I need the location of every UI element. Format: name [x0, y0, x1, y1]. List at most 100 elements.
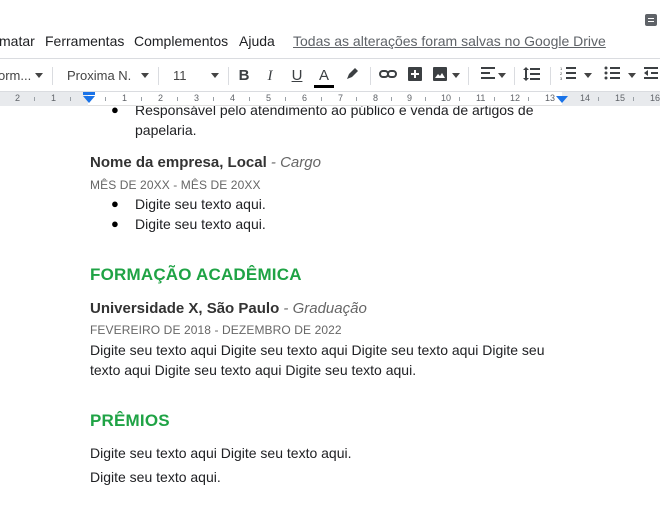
- ruler-number: 16: [650, 93, 660, 103]
- document-page[interactable]: ● Responsável pelo atendimento ao públic…: [0, 106, 660, 528]
- link-icon: [379, 70, 397, 78]
- chevron-down-icon[interactable]: [141, 73, 149, 78]
- ruler-number: 1: [122, 93, 128, 103]
- ruler-tick: [528, 97, 529, 101]
- text-color-letter: A: [318, 67, 329, 84]
- ruler-number: 12: [510, 93, 521, 103]
- numbered-list-icon: 123: [560, 66, 576, 81]
- comments-icon[interactable]: [645, 14, 657, 26]
- toolbar-divider: [158, 67, 159, 85]
- first-line-indent-handle[interactable]: [83, 92, 95, 95]
- font-size-select[interactable]: 11: [173, 66, 187, 86]
- font-family-select[interactable]: Proxima N...: [67, 66, 131, 86]
- image-icon: [433, 67, 447, 81]
- paragraph-style-select[interactable]: orm...: [0, 66, 34, 86]
- right-indent-handle[interactable]: [556, 96, 568, 103]
- ruler[interactable]: 2 1 1 2 3 4 5 6 7 8 9 10 11 12 13 14 15 …: [0, 92, 660, 106]
- ruler-number: 9: [407, 93, 413, 103]
- awards-line-2: Digite seu texto aqui.: [90, 469, 221, 485]
- ruler-tick: [249, 97, 250, 101]
- ruler-number: 5: [266, 93, 272, 103]
- underline-button[interactable]: U: [287, 66, 307, 86]
- left-indent-handle[interactable]: [83, 96, 95, 103]
- job-role: Cargo: [280, 154, 321, 171]
- ruler-tick: [141, 97, 142, 101]
- save-status-link[interactable]: Todas as alterações foram salvas no Goog…: [293, 33, 606, 49]
- chevron-down-icon[interactable]: [35, 73, 43, 78]
- ruler-tick: [494, 97, 495, 101]
- ruler-tick: [213, 97, 214, 101]
- ruler-number: 11: [476, 93, 486, 103]
- bullet-marker: ●: [111, 196, 119, 211]
- prev-bullet-line-1: Responsável pelo atendimento ao público …: [135, 106, 534, 118]
- line-spacing-button[interactable]: [522, 66, 542, 86]
- job-title-line: Nome da empresa, Local - Cargo: [90, 154, 321, 171]
- ruler-tick: [105, 97, 106, 101]
- bullet-marker: ●: [111, 216, 119, 231]
- prev-bullet-line-2: papelaria.: [135, 122, 197, 138]
- bullet-marker: ●: [111, 106, 119, 117]
- job-bullet-2: Digite seu texto aqui.: [135, 216, 266, 232]
- menu-addons[interactable]: Complementos: [134, 33, 228, 49]
- ruler-number: 10: [441, 93, 452, 103]
- chevron-down-icon[interactable]: [211, 73, 219, 78]
- highlighter-icon: [347, 68, 358, 79]
- toolbar: orm... Proxima N... 11 B I U A 123: [0, 58, 660, 92]
- bold-button[interactable]: B: [234, 66, 254, 86]
- ruler-margin-right: [562, 92, 660, 106]
- education-separator: -: [279, 300, 293, 317]
- italic-button[interactable]: I: [260, 66, 280, 86]
- bulleted-list-icon: [604, 66, 620, 80]
- align-button[interactable]: [478, 66, 498, 86]
- job-separator: -: [266, 154, 281, 171]
- toolbar-divider: [52, 67, 53, 85]
- ruler-number: 4: [230, 93, 236, 103]
- highlight-color-button[interactable]: [342, 66, 362, 86]
- bulleted-list-button[interactable]: [602, 66, 622, 86]
- decrease-indent-icon: [644, 67, 658, 79]
- job-bullet-1: Digite seu texto aqui.: [135, 196, 266, 212]
- toolbar-divider: [514, 67, 515, 85]
- chevron-down-icon[interactable]: [498, 73, 506, 78]
- ruler-tick: [425, 97, 426, 101]
- line-spacing-icon: [523, 67, 540, 81]
- insert-comment-button[interactable]: [405, 66, 425, 86]
- school-name: Universidade X, São Paulo: [90, 300, 280, 317]
- chevron-down-icon[interactable]: [452, 73, 460, 78]
- ruler-tick: [70, 97, 71, 101]
- awards-heading: PRÊMIOS: [90, 411, 170, 430]
- ruler-tick: [391, 97, 392, 101]
- ruler-number: 7: [338, 93, 344, 103]
- menu-help[interactable]: Ajuda: [239, 33, 275, 49]
- education-body-line-2: texto aqui Digite seu texto aqui Digite …: [90, 362, 417, 378]
- toolbar-divider: [370, 67, 371, 85]
- ruler-number: 15: [615, 93, 626, 103]
- ruler-tick: [34, 97, 35, 101]
- education-title-line: Universidade X, São Paulo - Graduação: [90, 300, 367, 317]
- ruler-number: 14: [580, 93, 591, 103]
- decrease-indent-button[interactable]: [644, 66, 658, 86]
- insert-link-button[interactable]: [378, 66, 398, 86]
- insert-image-button[interactable]: [430, 66, 450, 86]
- toolbar-divider: [468, 67, 469, 85]
- chevron-down-icon[interactable]: [628, 73, 636, 78]
- education-heading: FORMAÇÃO ACADÊMICA: [90, 265, 302, 284]
- company-name: Nome da empresa, Local: [90, 154, 267, 171]
- ruler-number: 8: [373, 93, 379, 103]
- text-color-button[interactable]: A: [314, 66, 334, 88]
- ruler-number: 6: [302, 93, 308, 103]
- ruler-tick: [633, 97, 634, 101]
- menu-tools[interactable]: Ferramentas: [45, 33, 124, 49]
- chevron-down-icon[interactable]: [584, 73, 592, 78]
- svg-text:3: 3: [560, 76, 563, 80]
- job-dates: MÊS DE 20XX - MÊS DE 20XX: [90, 178, 261, 192]
- ruler-tick: [321, 97, 322, 101]
- numbered-list-button[interactable]: 123: [558, 66, 578, 86]
- education-body-line-1: Digite seu texto aqui Digite seu texto a…: [90, 342, 545, 358]
- ruler-tick: [356, 97, 357, 101]
- toolbar-divider: [550, 67, 551, 85]
- ruler-number: 2: [15, 93, 21, 103]
- text-color-swatch: [314, 85, 334, 88]
- menu-format[interactable]: matar: [0, 33, 35, 49]
- toolbar-divider: [228, 67, 229, 85]
